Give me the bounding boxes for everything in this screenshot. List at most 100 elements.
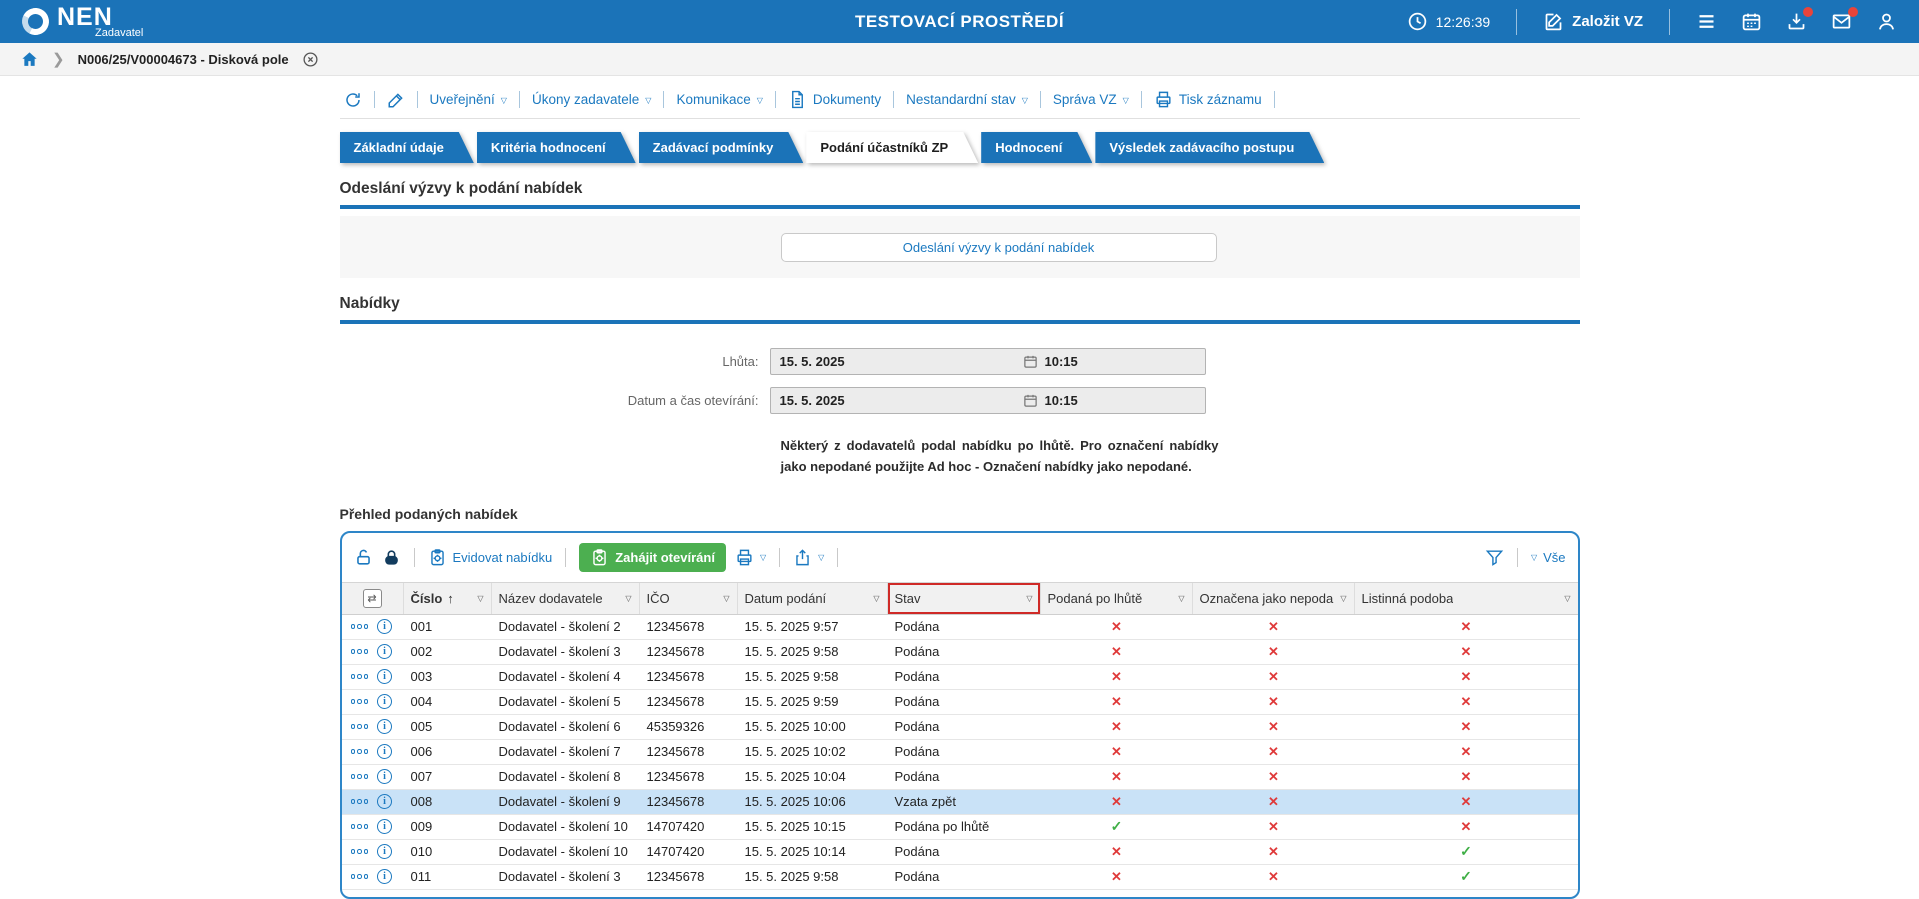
table-row[interactable]: i002Dodavatel - školení 31234567815. 5. …: [342, 640, 1578, 665]
filter-dropdown-icon[interactable]: ▽: [1172, 595, 1184, 603]
home-icon[interactable]: [20, 50, 39, 69]
row-info-icon[interactable]: i: [377, 719, 392, 734]
paper-form-flag: ✓: [1355, 865, 1578, 889]
close-record-icon[interactable]: [302, 51, 319, 68]
table-row[interactable]: i001Dodavatel - školení 21234567815. 5. …: [342, 615, 1578, 640]
row-menu-icon[interactable]: [351, 624, 369, 629]
refresh-button[interactable]: [340, 91, 366, 109]
row-info-icon[interactable]: i: [377, 819, 392, 834]
print-grid-button[interactable]: ▽: [735, 548, 766, 567]
tab-zakladni-udaje[interactable]: Základní údaje: [340, 132, 474, 163]
clock: 12:26:39: [1407, 11, 1491, 32]
row-info-icon[interactable]: i: [377, 869, 392, 884]
column-header-nazev-dodavatele[interactable]: Název dodavatele▽: [492, 583, 640, 614]
filter-dropdown-icon[interactable]: ▽: [1558, 595, 1570, 603]
column-header-stav[interactable]: Stav▽: [888, 583, 1041, 614]
tab-podani-ucastniku-zp[interactable]: Podání účastníků ZP: [806, 132, 978, 163]
tab-vysledek-zadavaciho-postupu[interactable]: Výsledek zadávacího postupu: [1095, 132, 1324, 163]
row-menu-icon[interactable]: [351, 724, 369, 729]
lock-open-icon[interactable]: [354, 548, 373, 567]
row-info-icon[interactable]: i: [377, 769, 392, 784]
row-menu-icon[interactable]: [351, 849, 369, 854]
row-menu-icon[interactable]: [351, 874, 369, 879]
column-header-podana-po-lhute[interactable]: Podaná po lhůtě▽: [1041, 583, 1193, 614]
filter-preset-select[interactable]: ▽ Vše: [1531, 550, 1566, 565]
downloads-button[interactable]: [1786, 11, 1807, 32]
column-settings-icon[interactable]: ⇄: [363, 589, 382, 608]
row-info-icon[interactable]: i: [377, 794, 392, 809]
column-header-datum-podani[interactable]: Datum podání▽: [738, 583, 888, 614]
column-header-ico[interactable]: IČO▽: [640, 583, 738, 614]
row-menu-icon[interactable]: [351, 699, 369, 704]
toolbar-menu-dokumenty[interactable]: Dokumenty: [784, 90, 885, 109]
row-info-icon[interactable]: i: [377, 644, 392, 659]
chevron-down-icon: ▽: [1531, 554, 1537, 562]
calendar-icon[interactable]: [1741, 11, 1762, 32]
table-row[interactable]: i011Dodavatel - školení 31234567815. 5. …: [342, 865, 1578, 890]
column-header-listinna-podoba[interactable]: Listinná podoba▽: [1355, 583, 1578, 614]
toolbar-menu-uverejneni[interactable]: Uveřejnění▽: [426, 92, 511, 107]
late-offer-warning: Některý z dodavatelů podal nabídku po lh…: [781, 436, 1219, 478]
edit-record-button[interactable]: [383, 91, 409, 109]
offer-status: Podána: [888, 640, 1041, 664]
lock-filled-icon[interactable]: [382, 548, 401, 567]
nen-logo[interactable]: NEN Zadavatel: [22, 5, 143, 39]
table-row[interactable]: i005Dodavatel - školení 64535932615. 5. …: [342, 715, 1578, 740]
toolbar-menu-nestandardni-stav[interactable]: Nestandardní stav▽: [902, 92, 1032, 107]
filter-dropdown-icon[interactable]: ▽: [1334, 595, 1346, 603]
row-menu-icon[interactable]: [351, 649, 369, 654]
table-row[interactable]: i008Dodavatel - školení 91234567815. 5. …: [342, 790, 1578, 815]
filter-dropdown-icon[interactable]: ▽: [867, 595, 879, 603]
filter-funnel-icon[interactable]: [1485, 548, 1504, 567]
row-info-icon[interactable]: i: [377, 844, 392, 859]
tab-zadavaci-podminky[interactable]: Zadávací podmínky: [639, 132, 804, 163]
row-menu-icon[interactable]: [351, 774, 369, 779]
tab-kriteria-hodnoceni[interactable]: Kritéria hodnocení: [477, 132, 636, 163]
supplier-name: Dodavatel - školení 8: [492, 765, 640, 789]
submission-date: 15. 5. 2025 9:58: [738, 640, 888, 664]
filter-dropdown-icon[interactable]: ▽: [471, 595, 483, 603]
row-menu-icon[interactable]: [351, 824, 369, 829]
breadcrumb-record[interactable]: N006/25/V00004673 - Disková pole: [78, 52, 289, 67]
column-header-cislo[interactable]: Číslo↑▽: [404, 583, 492, 614]
row-menu-icon[interactable]: [351, 674, 369, 679]
toolbar-menu-ukony-zadavatele[interactable]: Úkony zadavatele▽: [528, 92, 655, 107]
user-icon[interactable]: [1876, 11, 1897, 32]
datetime-field[interactable]: 15. 5. 202510:15: [770, 348, 1206, 375]
not-submitted-flag: ✕: [1193, 690, 1355, 714]
row-info-icon[interactable]: i: [377, 694, 392, 709]
zahajit-otevirani-button[interactable]: Zahájit otevírání: [579, 543, 726, 572]
supplier-ico: 12345678: [640, 765, 738, 789]
cross-icon: ✕: [1268, 769, 1279, 785]
create-vz-button[interactable]: Založit VZ: [1543, 11, 1643, 32]
table-row[interactable]: i003Dodavatel - školení 41234567815. 5. …: [342, 665, 1578, 690]
row-menu-icon[interactable]: [351, 799, 369, 804]
tab-hodnoceni[interactable]: Hodnocení: [981, 132, 1092, 163]
filter-dropdown-icon[interactable]: ▽: [717, 595, 729, 603]
export-button[interactable]: ▽: [793, 548, 824, 567]
row-info-icon[interactable]: i: [377, 669, 392, 684]
cross-icon: ✕: [1268, 744, 1279, 760]
filter-dropdown-icon[interactable]: ▽: [619, 595, 631, 603]
toolbar-menu-sprava-vz[interactable]: Správa VZ▽: [1049, 92, 1133, 107]
nen-logo-icon: [18, 4, 52, 38]
table-row[interactable]: i009Dodavatel - školení 101470742015. 5.…: [342, 815, 1578, 840]
row-actions: i: [342, 640, 404, 664]
send-call-button[interactable]: Odeslání výzvy k podání nabídek: [781, 233, 1217, 262]
table-row[interactable]: i007Dodavatel - školení 81234567815. 5. …: [342, 765, 1578, 790]
toolbar-menu-tisk-zaznamu[interactable]: Tisk záznamu: [1150, 90, 1266, 109]
table-row[interactable]: i004Dodavatel - školení 51234567815. 5. …: [342, 690, 1578, 715]
evidovat-nabidku-button[interactable]: Evidovat nabídku: [428, 548, 553, 567]
offer-status: Vzata zpět: [888, 790, 1041, 814]
table-row[interactable]: i006Dodavatel - školení 71234567815. 5. …: [342, 740, 1578, 765]
row-menu-icon[interactable]: [351, 749, 369, 754]
table-row[interactable]: i010Dodavatel - školení 101470742015. 5.…: [342, 840, 1578, 865]
filter-dropdown-icon[interactable]: ▽: [1020, 595, 1032, 603]
datetime-field[interactable]: 15. 5. 202510:15: [770, 387, 1206, 414]
column-header-oznacena-jako-nepodana[interactable]: Označena jako nepodaná▽: [1193, 583, 1355, 614]
menu-icon[interactable]: [1696, 11, 1717, 32]
row-info-icon[interactable]: i: [377, 619, 392, 634]
messages-button[interactable]: [1831, 11, 1852, 32]
row-info-icon[interactable]: i: [377, 744, 392, 759]
toolbar-menu-komunikace[interactable]: Komunikace▽: [672, 92, 766, 107]
